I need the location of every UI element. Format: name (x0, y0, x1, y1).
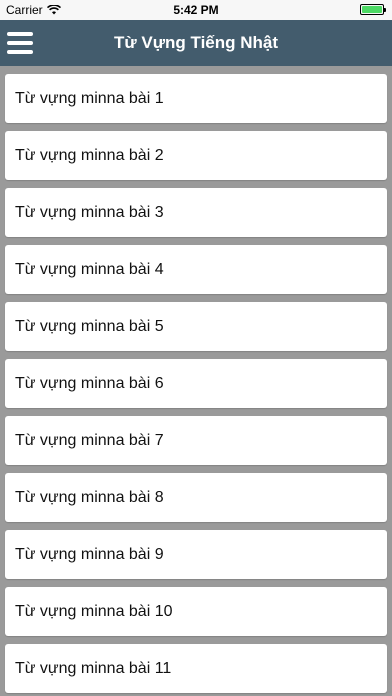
list-item-lesson-4[interactable]: Từ vựng minna bài 4 (5, 245, 387, 294)
list-item-lesson-2[interactable]: Từ vựng minna bài 2 (5, 131, 387, 180)
status-time: 5:42 PM (173, 3, 219, 17)
list-item-lesson-7[interactable]: Từ vựng minna bài 7 (5, 416, 387, 465)
list-item-lesson-9[interactable]: Từ vựng minna bài 9 (5, 530, 387, 579)
list-item-lesson-3[interactable]: Từ vựng minna bài 3 (5, 188, 387, 237)
list-item-lesson-6[interactable]: Từ vựng minna bài 6 (5, 359, 387, 408)
list-item-lesson-10[interactable]: Từ vựng minna bài 10 (5, 587, 387, 636)
lesson-list[interactable]: Từ vựng minna bài 1 Từ vựng minna bài 2 … (0, 66, 392, 696)
list-item-lesson-5[interactable]: Từ vựng minna bài 5 (5, 302, 387, 351)
list-item-lesson-11[interactable]: Từ vựng minna bài 11 (5, 644, 387, 693)
page-title: Từ Vựng Tiếng Nhật (113, 33, 279, 52)
battery-level (362, 6, 382, 13)
list-item-lesson-8[interactable]: Từ vựng minna bài 8 (5, 473, 387, 522)
battery-icon (360, 4, 386, 15)
nav-bar: Từ Vựng Tiếng Nhật (0, 20, 392, 66)
list-item-lesson-1[interactable]: Từ vựng minna bài 1 (5, 74, 387, 123)
status-bar: Carrier 5:42 PM (0, 0, 392, 20)
